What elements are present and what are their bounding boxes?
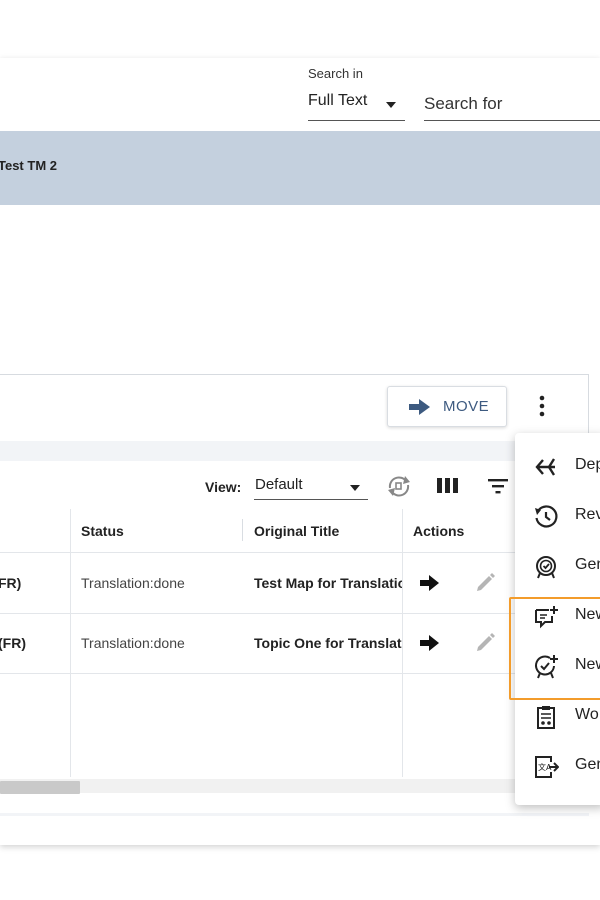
menu-item-gen[interactable]: Gen: [515, 541, 600, 591]
menu-item-label: Wo: [575, 706, 599, 723]
row-status-cell: Translation:done: [81, 575, 185, 591]
search-input[interactable]: [424, 88, 600, 120]
row-title-cell: Test Map for Translation: [254, 575, 402, 591]
menu-item-label: Gen: [575, 756, 600, 773]
menu-item-rev[interactable]: Rev: [515, 491, 600, 541]
view-select[interactable]: Default: [254, 473, 368, 500]
pencil-icon[interactable]: [475, 631, 497, 653]
move-button-label: MOVE: [443, 398, 490, 415]
grid-band: View: Default Status Original Title Acti…: [0, 441, 589, 816]
pencil-icon[interactable]: [475, 571, 497, 593]
row-status-cell: Translation:done: [81, 635, 185, 651]
menu-item-gen-translation[interactable]: 文A Gen: [515, 741, 600, 791]
column-separator: [242, 519, 243, 541]
column-header-status[interactable]: Status: [81, 523, 124, 539]
columns-icon[interactable]: [436, 477, 460, 495]
chevron-down-icon: [350, 485, 360, 491]
arrow-right-icon: [409, 399, 430, 415]
tm-banner: Test TM 2: [0, 131, 600, 205]
menu-item-label: Gen: [575, 556, 600, 573]
search-field[interactable]: [424, 88, 600, 121]
row-language-cell: FR): [0, 575, 22, 591]
more-options-button[interactable]: [528, 389, 556, 423]
more-options-menu: Dep Rev Gen New: [515, 433, 600, 805]
menu-item-label: Rev: [575, 506, 600, 523]
generate-badge-icon: [536, 556, 556, 579]
column-header-actions[interactable]: Actions: [413, 523, 464, 539]
arrow-right-icon[interactable]: [420, 575, 440, 591]
column-header-original-title[interactable]: Original Title: [254, 523, 339, 539]
branch-arrows-icon: [535, 458, 556, 476]
new-approval-badge-icon: [535, 655, 558, 679]
chevron-down-icon: [386, 102, 396, 108]
workflow-clipboard-icon: [537, 706, 555, 729]
menu-item-dep[interactable]: Dep: [515, 441, 600, 491]
data-grid: View: Default Status Original Title Acti…: [0, 461, 589, 813]
new-review-comment-icon: [535, 606, 558, 629]
view-select-value: Default: [255, 476, 303, 493]
search-in-value: Full Text: [308, 92, 368, 109]
reset-view-icon[interactable]: [385, 475, 413, 497]
menu-item-label: Dep: [575, 456, 600, 473]
tm-banner-title: Test TM 2: [0, 158, 57, 173]
table-row[interactable]: (FR) Translation:done Topic One for Tran…: [0, 614, 589, 674]
menu-item-new-review[interactable]: New: [515, 591, 600, 641]
translate-export-icon: 文A: [535, 756, 559, 778]
main-window: Search in Full Text Test TM 2 MOVE: [0, 58, 600, 845]
more-vertical-icon: [539, 395, 545, 417]
search-in-label: Search in: [308, 66, 363, 81]
menu-item-new-approval[interactable]: New: [515, 641, 600, 691]
scrollbar-thumb[interactable]: [0, 781, 80, 794]
filter-icon[interactable]: [487, 477, 511, 495]
search-in-select[interactable]: Full Text: [308, 88, 405, 121]
row-title-cell: Topic One for Translation: [254, 635, 402, 651]
history-clock-icon: [535, 505, 558, 528]
move-button[interactable]: MOVE: [387, 386, 507, 427]
horizontal-scrollbar[interactable]: [0, 779, 589, 794]
grid-header-row: Status Original Title Actions: [0, 509, 589, 553]
table-row[interactable]: FR) Translation:done Test Map for Transl…: [0, 554, 589, 614]
row-language-cell: (FR): [0, 635, 26, 651]
view-label: View:: [205, 479, 242, 495]
menu-item-wo[interactable]: Wo: [515, 691, 600, 741]
menu-item-label: New: [575, 656, 600, 673]
content-panel: MOVE View: Default Status Original Title…: [0, 374, 589, 816]
arrow-right-icon[interactable]: [420, 635, 440, 651]
menu-item-label: New: [575, 606, 600, 623]
